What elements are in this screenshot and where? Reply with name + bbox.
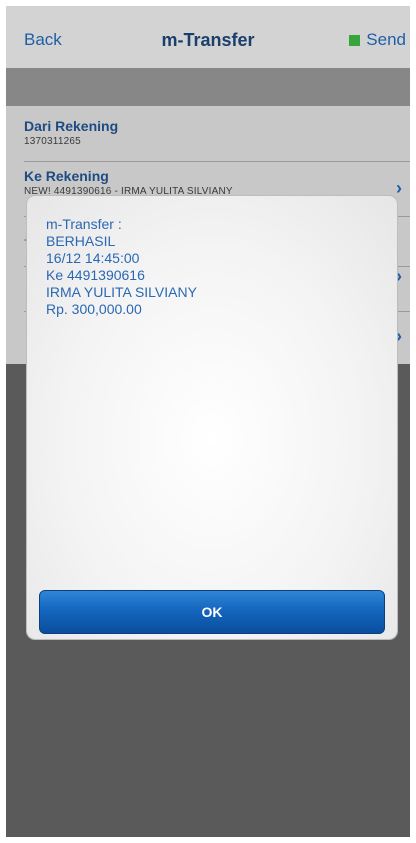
- ok-button[interactable]: OK: [39, 590, 385, 634]
- message-datetime: 16/12 14:45:00: [46, 250, 140, 266]
- navigation-bar: Back m-Transfer Send: [6, 6, 410, 68]
- chevron-right-icon[interactable]: ›: [396, 178, 402, 199]
- send-label: Send: [366, 30, 406, 49]
- message-recipient: IRMA YULITA SILVIANY: [46, 284, 197, 300]
- divider: [24, 161, 410, 162]
- message-amount: Rp. 300,000.00: [46, 301, 142, 317]
- from-account-value: 1370311265: [24, 136, 81, 147]
- transfer-result-dialog: m-Transfer : BERHASIL 16/12 14:45:00 Ke …: [27, 196, 397, 639]
- message-title: m-Transfer :: [46, 216, 122, 232]
- send-status-icon: [349, 34, 361, 46]
- header-band: [6, 68, 410, 106]
- app-screen: Back m-Transfer Send Dari Rekening 13703…: [6, 6, 410, 837]
- message-destination: Ke 4491390616: [46, 267, 145, 283]
- send-button[interactable]: Send: [349, 30, 406, 50]
- dialog-message: m-Transfer : BERHASIL 16/12 14:45:00 Ke …: [46, 216, 378, 318]
- message-status: BERHASIL: [46, 233, 116, 249]
- to-account-row[interactable]: Ke Rekening NEW! 4491390616 - IRMA YULIT…: [24, 168, 392, 197]
- from-account-label: Dari Rekening: [24, 118, 119, 134]
- to-account-label: Ke Rekening: [24, 168, 109, 184]
- from-account-row: Dari Rekening 1370311265: [24, 118, 392, 147]
